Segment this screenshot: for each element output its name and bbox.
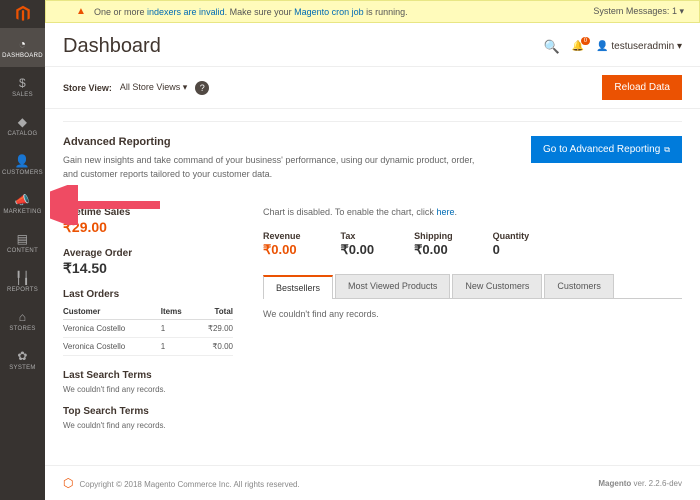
system-icon: ✿ [17,349,27,363]
system-message-bar: ▲ One or more indexers are invalid. Make… [45,0,700,23]
nav-system[interactable]: ✿SYSTEM [0,340,45,379]
cron-link[interactable]: Magento cron job [294,7,364,17]
product-tabs: Bestsellers Most Viewed Products New Cus… [263,274,682,299]
nav-catalog[interactable]: ◆CATALOG [0,106,45,145]
lifetime-sales-value: ₹29.00 [63,219,233,236]
enable-chart-link[interactable]: here [436,207,454,217]
help-icon[interactable]: ? [195,81,209,95]
stores-icon: ⌂ [19,310,27,324]
tab-bestsellers[interactable]: Bestsellers [263,275,333,299]
magento-footer-icon: ⬡ [63,476,73,490]
page-header: Dashboard 🔍 🔔0 👤 testuseradmin ▾ [45,23,700,66]
gauge-icon: ◔ [19,37,27,51]
advanced-reporting-panel: Advanced Reporting Gain new insights and… [63,121,682,197]
nav-reports[interactable]: ╿╽REPORTS [0,262,45,301]
system-message-text: One or more indexers are invalid. Make s… [94,7,408,17]
store-view-label: Store View: [63,83,112,93]
toolbar: Store View: All Store Views ▾ ? Reload D… [45,66,700,109]
table-row[interactable]: Veronica Costello1₹0.00 [63,338,233,356]
lifetime-sales-label: Lifetime Sales [63,207,233,218]
last-search-title: Last Search Terms [63,370,233,381]
nav-stores[interactable]: ⌂STORES [0,301,45,340]
top-search-empty: We couldn't find any records. [63,421,233,430]
tab-customers[interactable]: Customers [544,274,614,298]
last-search-empty: We couldn't find any records. [63,385,233,394]
reload-data-button[interactable]: Reload Data [602,75,682,100]
admin-sidebar: ◔DASHBOARD $SALES ◆CATALOG 👤CUSTOMERS 📣M… [0,0,45,500]
nav-customers[interactable]: 👤CUSTOMERS [0,145,45,184]
page-footer: ⬡Copyright © 2018 Magento Commerce Inc. … [45,465,700,500]
nav-marketing[interactable]: 📣MARKETING [0,184,45,223]
warning-icon: ▲ [76,6,86,17]
tab-most-viewed[interactable]: Most Viewed Products [335,274,450,298]
megaphone-icon: 📣 [15,193,30,207]
indexers-link[interactable]: indexers are invalid [147,7,225,17]
table-row[interactable]: Veronica Costello1₹29.00 [63,320,233,338]
page-title: Dashboard [63,35,161,58]
notifications-icon[interactable]: 🔔0 [572,41,584,52]
average-order-value: ₹14.50 [63,260,233,277]
advanced-reporting-desc: Gain new insights and take command of yo… [63,154,483,181]
nav-dashboard[interactable]: ◔DASHBOARD [0,28,45,67]
average-order-label: Average Order [63,248,233,259]
search-icon[interactable]: 🔍 [544,39,560,55]
system-message-count[interactable]: System Messages: 1 ▾ [593,6,684,17]
advanced-reporting-title: Advanced Reporting [63,136,483,148]
reports-icon: ╿╽ [15,271,30,285]
tab-new-customers[interactable]: New Customers [452,274,542,298]
nav-sales[interactable]: $SALES [0,67,45,106]
content-icon: ▤ [17,232,29,246]
quantity-value: 0 [493,242,530,257]
shipping-value: ₹0.00 [414,242,453,258]
last-orders-table: CustomerItemsTotal Veronica Costello1₹29… [63,304,233,356]
top-search-title: Top Search Terms [63,406,233,417]
advanced-reporting-button[interactable]: Go to Advanced Reporting⧉ [531,136,682,163]
chart-disabled-message: Chart is disabled. To enable the chart, … [263,207,682,217]
main-area: ▲ One or more indexers are invalid. Make… [45,0,700,500]
tab-content: We couldn't find any records. [263,299,682,329]
revenue-value: ₹0.00 [263,242,301,258]
user-menu[interactable]: 👤 testuseradmin ▾ [596,41,682,52]
external-link-icon: ⧉ [664,145,670,154]
magento-logo [0,0,45,28]
store-view-select[interactable]: All Store Views ▾ [120,82,187,93]
person-icon: 👤 [15,154,30,168]
dollar-icon: $ [19,76,26,90]
catalog-icon: ◆ [18,115,28,129]
tax-value: ₹0.00 [341,242,375,258]
nav-content[interactable]: ▤CONTENT [0,223,45,262]
last-orders-title: Last Orders [63,289,233,300]
